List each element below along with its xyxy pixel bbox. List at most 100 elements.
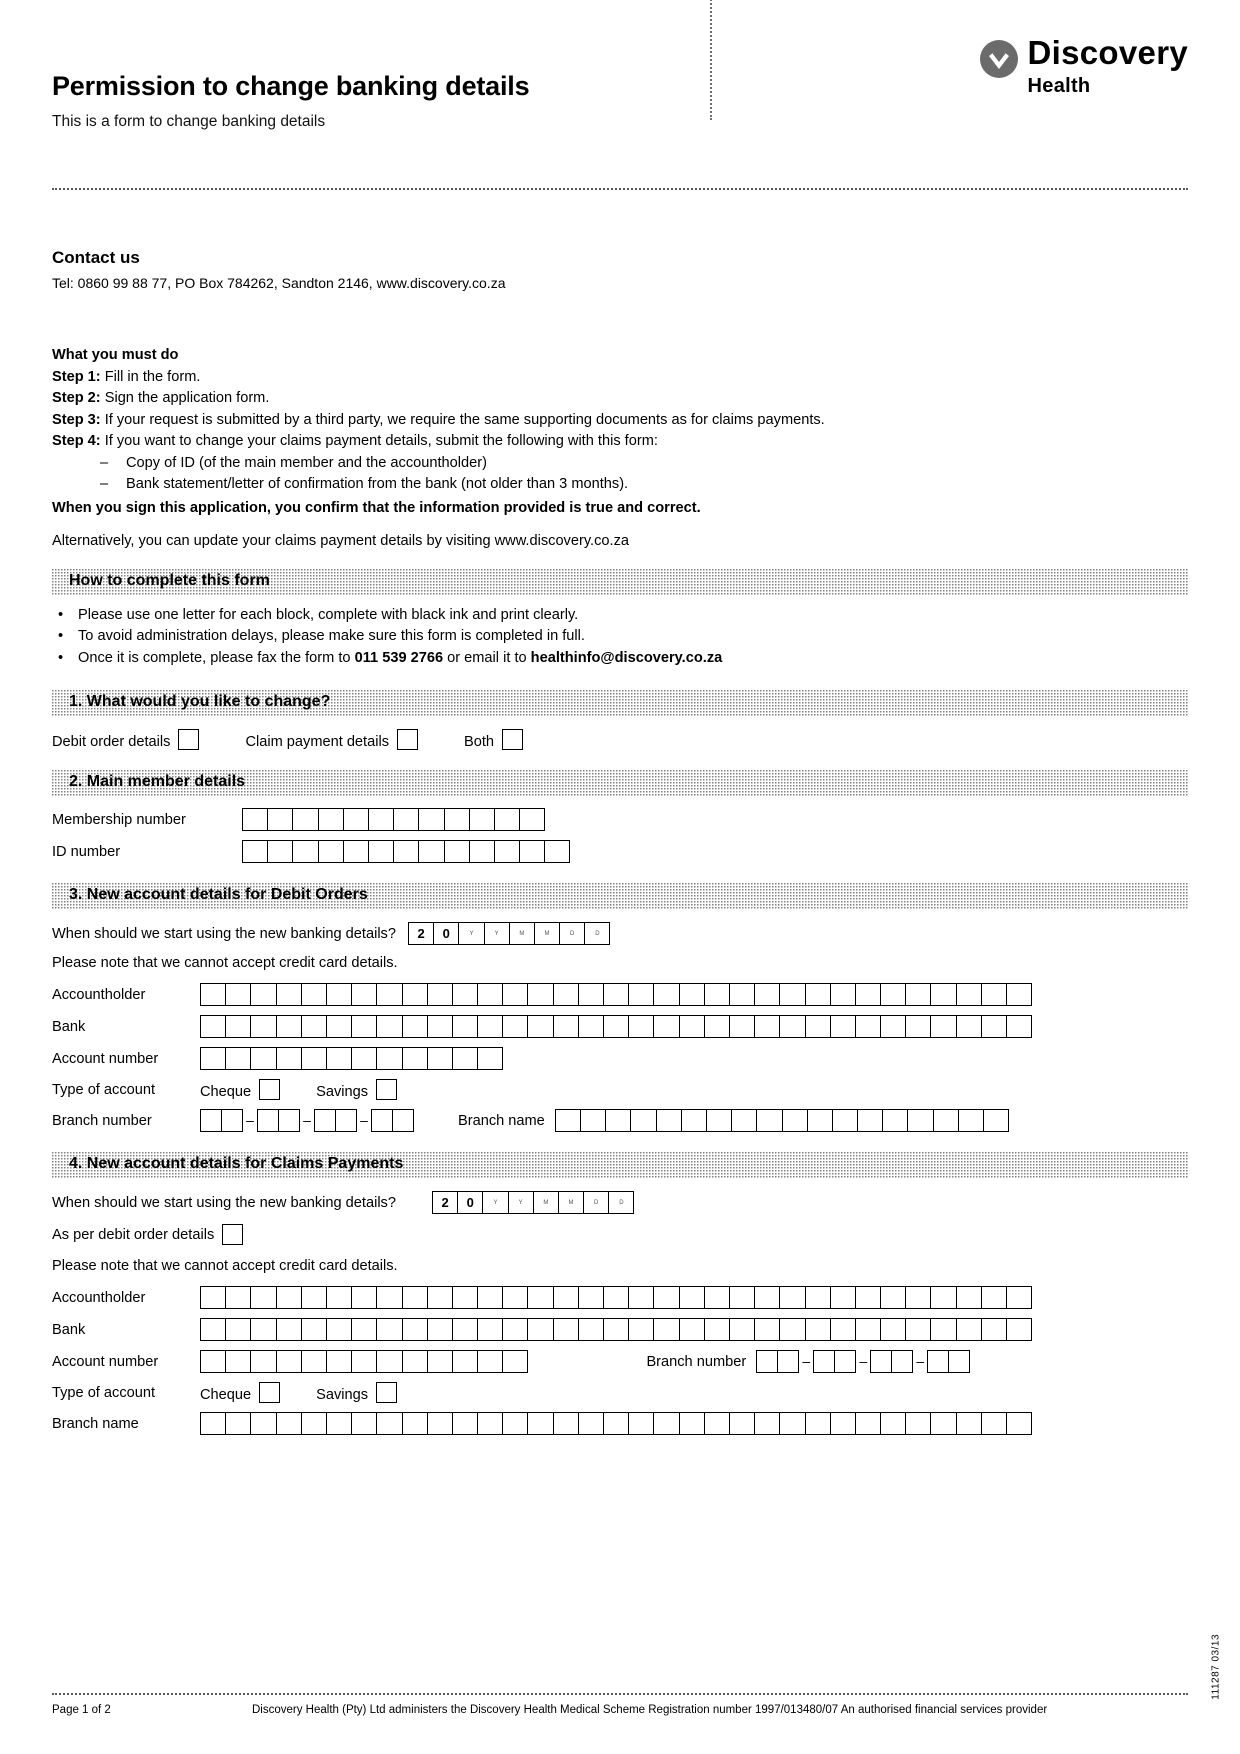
checkbox-claim-payment[interactable] <box>397 729 419 751</box>
checkbox-savings[interactable] <box>376 1079 398 1101</box>
input-cell[interactable] <box>426 1015 453 1039</box>
input-cell[interactable] <box>1006 1286 1033 1310</box>
input-cell[interactable] <box>804 1015 831 1039</box>
input-cell[interactable] <box>680 1109 707 1133</box>
input-cell[interactable] <box>502 1412 529 1436</box>
input-cell[interactable] <box>325 1286 353 1310</box>
input-cell[interactable] <box>351 1047 378 1071</box>
input-cell[interactable] <box>678 1412 705 1436</box>
input-cell[interactable] <box>242 840 269 864</box>
input-cell[interactable] <box>544 840 571 864</box>
input-cell[interactable] <box>275 1047 302 1071</box>
input-cell[interactable] <box>554 1109 581 1133</box>
bank-input[interactable] <box>200 1015 1033 1039</box>
input-cell[interactable] <box>200 1318 227 1342</box>
input-cell[interactable] <box>552 1412 579 1436</box>
date-cell[interactable]: D <box>583 1191 610 1215</box>
input-cell[interactable] <box>325 1015 353 1039</box>
input-cell[interactable] <box>628 1015 655 1039</box>
input-cell[interactable] <box>502 1318 529 1342</box>
input-cell[interactable] <box>527 1412 554 1436</box>
input-cell[interactable] <box>854 1015 882 1039</box>
input-cell[interactable] <box>225 1350 252 1374</box>
input-cell[interactable] <box>392 1109 414 1133</box>
input-cell[interactable] <box>980 1412 1007 1436</box>
account-number-input[interactable] <box>200 1047 504 1071</box>
input-cell[interactable] <box>754 983 781 1007</box>
input-cell[interactable] <box>804 1412 831 1436</box>
input-cell[interactable] <box>401 1412 428 1436</box>
input-cell[interactable] <box>1006 1015 1033 1039</box>
input-cell[interactable] <box>351 1286 378 1310</box>
input-cell[interactable] <box>418 808 445 832</box>
input-cell[interactable] <box>955 1286 982 1310</box>
input-cell[interactable] <box>580 1109 607 1133</box>
input-cell[interactable] <box>891 1350 914 1374</box>
input-cell[interactable] <box>754 1412 781 1436</box>
input-cell[interactable] <box>948 1350 971 1374</box>
input-cell[interactable] <box>325 1412 353 1436</box>
input-cell[interactable] <box>777 1350 800 1374</box>
branch-number-group[interactable] <box>927 1350 971 1374</box>
account-number-input[interactable] <box>200 1350 529 1374</box>
input-cell[interactable] <box>603 1015 630 1039</box>
input-cell[interactable] <box>325 1047 353 1071</box>
input-cell[interactable] <box>577 1412 604 1436</box>
date-cell[interactable]: Y <box>507 1191 534 1215</box>
branch-number-input[interactable]: – – – <box>200 1109 414 1133</box>
input-cell[interactable] <box>653 1318 680 1342</box>
input-cell[interactable] <box>325 983 353 1007</box>
input-cell[interactable] <box>426 1350 453 1374</box>
branch-name-input[interactable] <box>554 1109 1010 1133</box>
input-cell[interactable] <box>527 1318 554 1342</box>
date-cell[interactable]: M <box>532 1191 559 1215</box>
input-cell[interactable] <box>275 1015 302 1039</box>
input-cell[interactable] <box>451 1412 479 1436</box>
input-cell[interactable] <box>451 1350 479 1374</box>
input-cell[interactable] <box>955 983 982 1007</box>
input-cell[interactable] <box>813 1350 836 1374</box>
input-cell[interactable] <box>275 1318 302 1342</box>
section3-date-input[interactable]: 20YYMMDD <box>407 922 611 946</box>
input-cell[interactable] <box>552 983 579 1007</box>
date-cell[interactable]: Y <box>482 1191 509 1215</box>
section4-date-input[interactable]: 20YYMMDD <box>431 1191 635 1215</box>
input-cell[interactable] <box>401 1015 428 1039</box>
input-cell[interactable] <box>854 1412 882 1436</box>
input-cell[interactable] <box>628 1318 655 1342</box>
input-cell[interactable] <box>342 808 369 832</box>
date-cell[interactable]: M <box>508 922 535 946</box>
input-cell[interactable] <box>804 1318 831 1342</box>
input-cell[interactable] <box>603 1412 630 1436</box>
input-cell[interactable] <box>221 1109 243 1133</box>
input-cell[interactable] <box>451 1318 479 1342</box>
date-cell[interactable]: D <box>559 922 586 946</box>
input-cell[interactable] <box>932 1109 959 1133</box>
option-claim-payment[interactable]: Claim payment details <box>245 729 419 751</box>
input-cell[interactable] <box>779 1015 806 1039</box>
input-cell[interactable] <box>655 1109 682 1133</box>
input-cell[interactable] <box>493 808 521 832</box>
input-cell[interactable] <box>292 840 319 864</box>
id-number-input[interactable] <box>242 840 571 864</box>
input-cell[interactable] <box>300 983 327 1007</box>
input-cell[interactable] <box>854 1286 882 1310</box>
input-cell[interactable] <box>930 983 957 1007</box>
input-cell[interactable] <box>477 1318 504 1342</box>
input-cell[interactable] <box>468 808 495 832</box>
input-cell[interactable] <box>829 1286 856 1310</box>
accountholder-input[interactable] <box>200 983 1033 1007</box>
input-cell[interactable] <box>552 1015 579 1039</box>
input-cell[interactable] <box>927 1350 950 1374</box>
input-cell[interactable] <box>477 1350 504 1374</box>
input-cell[interactable] <box>376 1286 403 1310</box>
input-cell[interactable] <box>426 1318 453 1342</box>
input-cell[interactable] <box>603 1286 630 1310</box>
input-cell[interactable] <box>200 1412 227 1436</box>
input-cell[interactable] <box>451 1015 479 1039</box>
input-cell[interactable] <box>351 1350 378 1374</box>
input-cell[interactable] <box>376 1015 403 1039</box>
input-cell[interactable] <box>275 1350 302 1374</box>
input-cell[interactable] <box>317 808 344 832</box>
input-cell[interactable] <box>880 1015 907 1039</box>
